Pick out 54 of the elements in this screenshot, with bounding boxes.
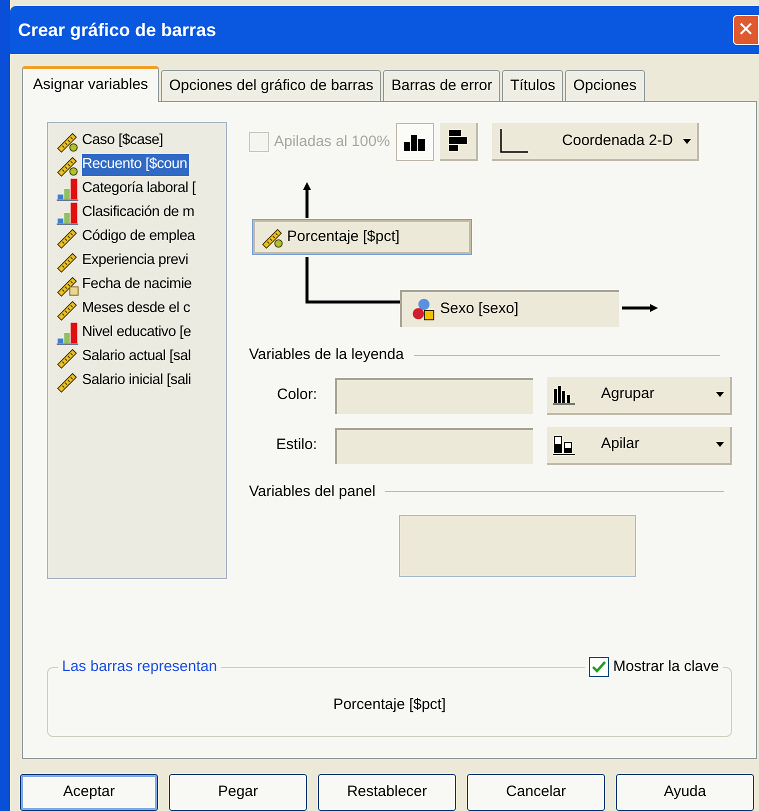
x-axis-arrow xyxy=(622,303,658,313)
y-axis-variable[interactable]: Porcentaje [$pct] xyxy=(253,220,471,254)
x-axis-variable[interactable]: Sexo [sexo] xyxy=(400,290,619,327)
nominal-variable-icon xyxy=(410,296,436,322)
section-heading: Variables de la leyenda xyxy=(249,345,404,365)
dialog-button[interactable]: Cancelar xyxy=(467,774,605,811)
dropdown-arrow-icon xyxy=(716,392,724,397)
variable-item[interactable]: Fecha de nacimie xyxy=(54,273,226,297)
tab[interactable]: Asignar variables xyxy=(22,66,160,102)
stacked-bars-icon xyxy=(553,434,575,454)
variable-item[interactable]: Meses desde el c xyxy=(54,297,226,321)
panel-drop-zone[interactable] xyxy=(399,515,636,577)
checkbox-label: Apiladas al 100% xyxy=(274,132,390,152)
drop-field[interactable] xyxy=(335,428,533,464)
clustered-bars-icon xyxy=(553,384,575,404)
check-icon xyxy=(592,661,606,674)
dropdown-arrow-icon xyxy=(682,138,691,144)
variable-item[interactable]: Código de emplea xyxy=(54,225,226,249)
coordinate-dropdown[interactable]: Coordenada 2-D xyxy=(492,123,699,161)
tab[interactable]: Opciones xyxy=(565,70,645,101)
tab[interactable]: Títulos xyxy=(502,70,564,101)
window-title: Crear gráfico de barras xyxy=(18,18,216,42)
y-axis-arrow xyxy=(302,182,312,218)
vertical-bars-icon xyxy=(402,132,427,152)
field-label: Color: xyxy=(276,385,318,406)
section-heading: Variables del panel xyxy=(249,482,376,502)
show-key-checkbox[interactable]: Mostrar la clave xyxy=(585,656,723,678)
variable-item[interactable]: Salario actual [sal xyxy=(54,345,226,369)
dropdown-arrow-icon xyxy=(716,442,724,447)
tab[interactable]: Opciones del gráfico de barras xyxy=(161,70,382,101)
bar-chart-icon xyxy=(54,200,80,226)
variable-item[interactable]: Salario inicial [sali xyxy=(54,369,226,393)
bar-chart-icon xyxy=(54,320,80,346)
horizontal-bars-icon xyxy=(448,129,468,153)
bar-chart-icon xyxy=(54,176,80,202)
tab[interactable]: Barras de error xyxy=(383,70,500,101)
variable-item[interactable]: Clasificación de m xyxy=(54,201,226,225)
vertical-bars-button[interactable] xyxy=(396,123,434,161)
variable-item[interactable]: Nivel educativo [e xyxy=(54,321,226,345)
variable-item[interactable]: Categoría laboral [ xyxy=(54,177,226,201)
legend-mode-dropdown[interactable]: Agrupar xyxy=(547,376,732,414)
dialog-button[interactable]: Ayuda xyxy=(616,774,754,811)
legend-mode-dropdown[interactable]: Apilar xyxy=(547,426,732,464)
drop-field[interactable] xyxy=(335,378,533,414)
dialog-button[interactable]: Pegar xyxy=(169,774,307,811)
variable-item[interactable]: Experiencia previ xyxy=(54,249,226,273)
dialog-button[interactable]: Aceptar xyxy=(20,774,158,811)
horizontal-bars-button[interactable] xyxy=(440,123,478,161)
bars-variable: Porcentaje [$pct] xyxy=(333,694,446,715)
close-button[interactable]: ✕ xyxy=(733,15,759,45)
axes-icon xyxy=(498,128,530,154)
dialog-button[interactable]: Restablecer xyxy=(318,774,456,811)
field-label: Estilo: xyxy=(275,435,318,456)
variable-item[interactable]: Caso [$case] xyxy=(54,129,226,153)
